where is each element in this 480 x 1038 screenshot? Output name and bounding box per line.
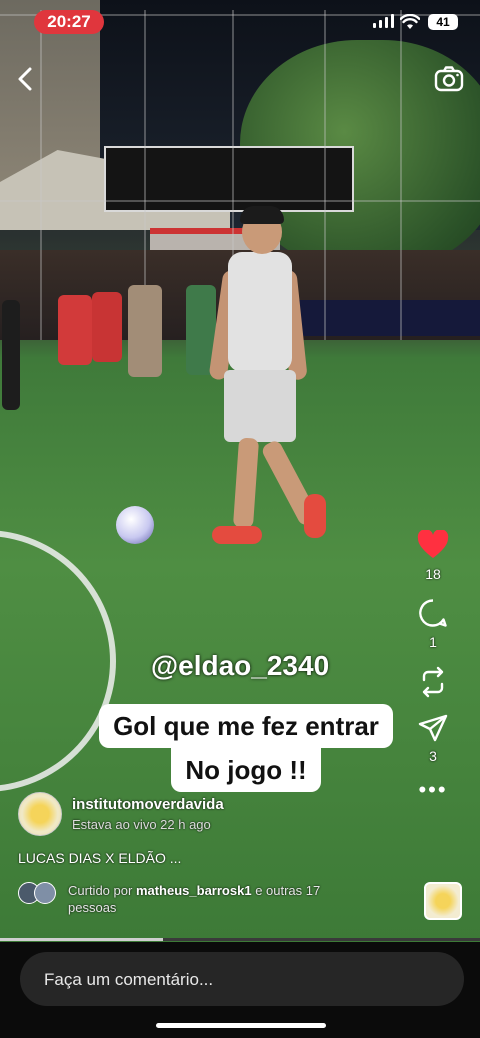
post-description[interactable]: LUCAS DIAS X ELDÃO ... — [18, 850, 181, 866]
remix-button[interactable] — [418, 666, 448, 698]
video-progress-fill — [0, 938, 164, 941]
bottom-bar — [0, 942, 480, 1038]
wifi-icon — [399, 13, 421, 35]
player-shirt — [228, 252, 292, 372]
comment-icon — [419, 599, 447, 627]
author-subtitle: Estava ao vivo 22 h ago — [72, 817, 211, 832]
heart-icon — [417, 530, 449, 558]
fence-line — [0, 200, 480, 202]
player-leg — [232, 437, 260, 529]
liked-by-user[interactable]: matheus_barrosk1 — [136, 883, 252, 898]
author-name[interactable]: institutomoverdavida — [72, 796, 224, 813]
status-bar: 20:27 41 — [0, 0, 480, 44]
scoreboard — [104, 146, 354, 212]
avatar — [34, 882, 56, 904]
bystander — [2, 300, 20, 410]
status-time[interactable]: 20:27 — [34, 10, 104, 34]
video-caption: Gol que me fez entrar No jogo !! — [96, 704, 396, 792]
comment-box[interactable] — [20, 952, 464, 1008]
liked-by-text: Curtido por matheus_barrosk1 e outras 17… — [68, 882, 358, 916]
caption-line: Gol que me fez entrar — [99, 704, 393, 748]
like-count: 18 — [425, 566, 441, 582]
share-button[interactable]: 3 — [418, 714, 448, 764]
soccer-ball — [116, 506, 154, 544]
send-icon — [418, 714, 448, 742]
player-shorts — [224, 370, 296, 442]
action-rail: 18 1 3 ••• — [404, 530, 462, 816]
back-icon[interactable] — [16, 64, 34, 98]
author-row[interactable]: institutomoverdavida Estava ao vivo 22 h… — [18, 792, 224, 836]
like-button[interactable]: 18 — [417, 530, 449, 582]
fence-post — [40, 10, 42, 340]
handle-text: @eldao_2340 — [150, 650, 330, 681]
player-shoe — [212, 526, 262, 544]
author-avatar[interactable] — [18, 792, 62, 836]
more-icon: ••• — [418, 777, 448, 802]
caption-line: No jogo !! — [171, 748, 321, 792]
bystander — [58, 295, 92, 365]
player-hair — [240, 206, 284, 224]
share-count: 3 — [429, 748, 437, 764]
bystander — [92, 292, 122, 362]
player — [208, 206, 330, 550]
liked-by-prefix: Curtido por — [68, 883, 133, 898]
bystander — [128, 285, 162, 377]
fence-post — [400, 10, 402, 340]
battery-indicator: 41 — [428, 14, 458, 30]
camera-icon[interactable] — [434, 66, 464, 92]
repost-icon — [422, 666, 444, 698]
comment-input[interactable] — [42, 952, 446, 1008]
audio-thumbnail[interactable] — [424, 882, 462, 920]
liker-avatars — [18, 882, 56, 904]
cellular-signal-icon — [373, 14, 394, 28]
player-shoe — [304, 494, 326, 538]
comment-button[interactable]: 1 — [418, 598, 448, 650]
home-indicator — [156, 1023, 326, 1028]
comment-count: 1 — [429, 634, 437, 650]
liked-by-row[interactable]: Curtido por matheus_barrosk1 e outras 17… — [18, 882, 358, 916]
more-options-button[interactable]: ••• — [418, 777, 448, 802]
video-progress-bar[interactable] — [0, 938, 480, 941]
